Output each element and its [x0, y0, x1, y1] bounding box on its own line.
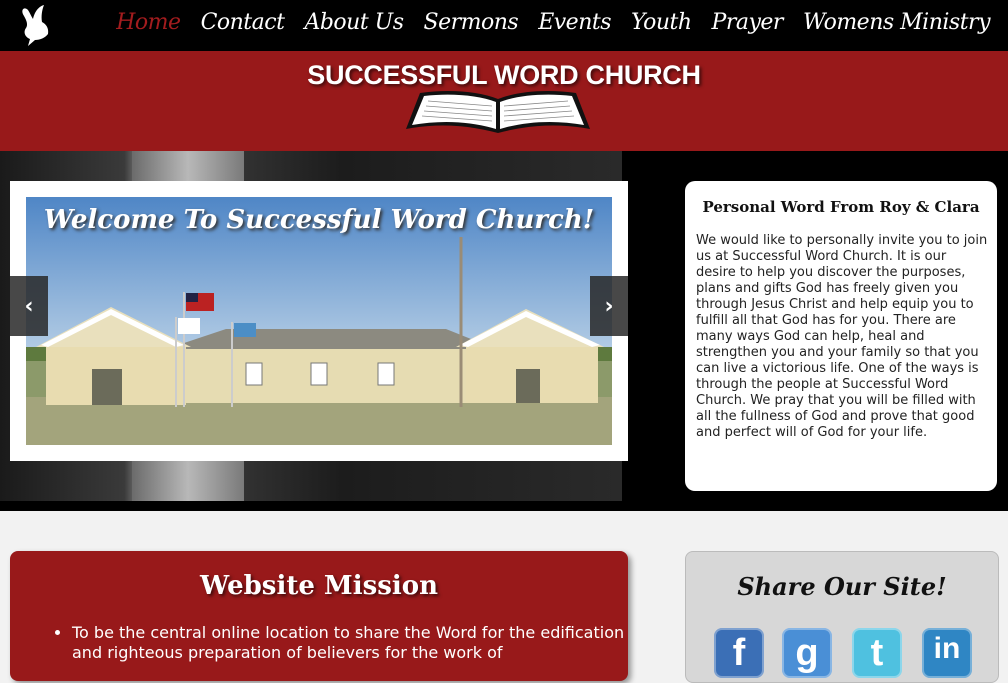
- website-mission-panel: Website Mission To be the central online…: [10, 551, 628, 681]
- slider-next-button[interactable]: ›: [590, 276, 628, 336]
- share-title: Share Our Site!: [737, 572, 947, 601]
- church-photo: Welcome To Successful Word Church!: [26, 197, 612, 445]
- top-navigation: Home Contact About Us Sermons Events You…: [0, 0, 1008, 51]
- nav-womens-ministry[interactable]: Womens Ministry: [803, 10, 991, 35]
- nav-home[interactable]: Home: [116, 10, 181, 35]
- mission-list: To be the central online location to sha…: [50, 623, 632, 663]
- slider-prev-button[interactable]: ‹: [10, 276, 48, 336]
- header-banner: SUCCESSFUL WORD CHURCH: [0, 51, 1008, 151]
- personal-word-title: Personal Word From Roy & Clara: [702, 198, 980, 216]
- nav-prayer[interactable]: Prayer: [712, 10, 784, 35]
- nav-events[interactable]: Events: [538, 10, 611, 35]
- share-panel: Share Our Site! f g t in: [685, 551, 999, 683]
- mission-title: Website Mission: [200, 571, 438, 601]
- nav-youth[interactable]: Youth: [631, 10, 692, 35]
- chevron-left-icon: ‹: [24, 293, 34, 319]
- nav-links: Home Contact About Us Sermons Events You…: [116, 10, 990, 35]
- wooden-post-bottom: [132, 461, 244, 501]
- nav-contact[interactable]: Contact: [201, 10, 285, 35]
- hero-section: Welcome To Successful Word Church! ‹ › P…: [0, 151, 1008, 511]
- image-slider: Welcome To Successful Word Church!: [10, 181, 628, 461]
- slide-caption: Welcome To Successful Word Church!: [43, 205, 595, 235]
- linkedin-icon[interactable]: in: [922, 628, 972, 678]
- personal-word-text: We would like to personally invite you t…: [696, 233, 988, 440]
- facebook-icon[interactable]: f: [714, 628, 764, 678]
- wooden-post-top: [132, 151, 244, 181]
- open-bible-icon: [406, 91, 590, 133]
- mission-item: To be the central online location to sha…: [72, 623, 632, 663]
- personal-word-box: Personal Word From Roy & Clara We would …: [685, 181, 997, 491]
- dove-icon[interactable]: [18, 4, 54, 48]
- google-icon[interactable]: g: [782, 628, 832, 678]
- nav-sermons[interactable]: Sermons: [424, 10, 519, 35]
- nav-about-us[interactable]: About Us: [304, 10, 404, 35]
- chevron-right-icon: ›: [604, 293, 614, 319]
- twitter-icon[interactable]: t: [852, 628, 902, 678]
